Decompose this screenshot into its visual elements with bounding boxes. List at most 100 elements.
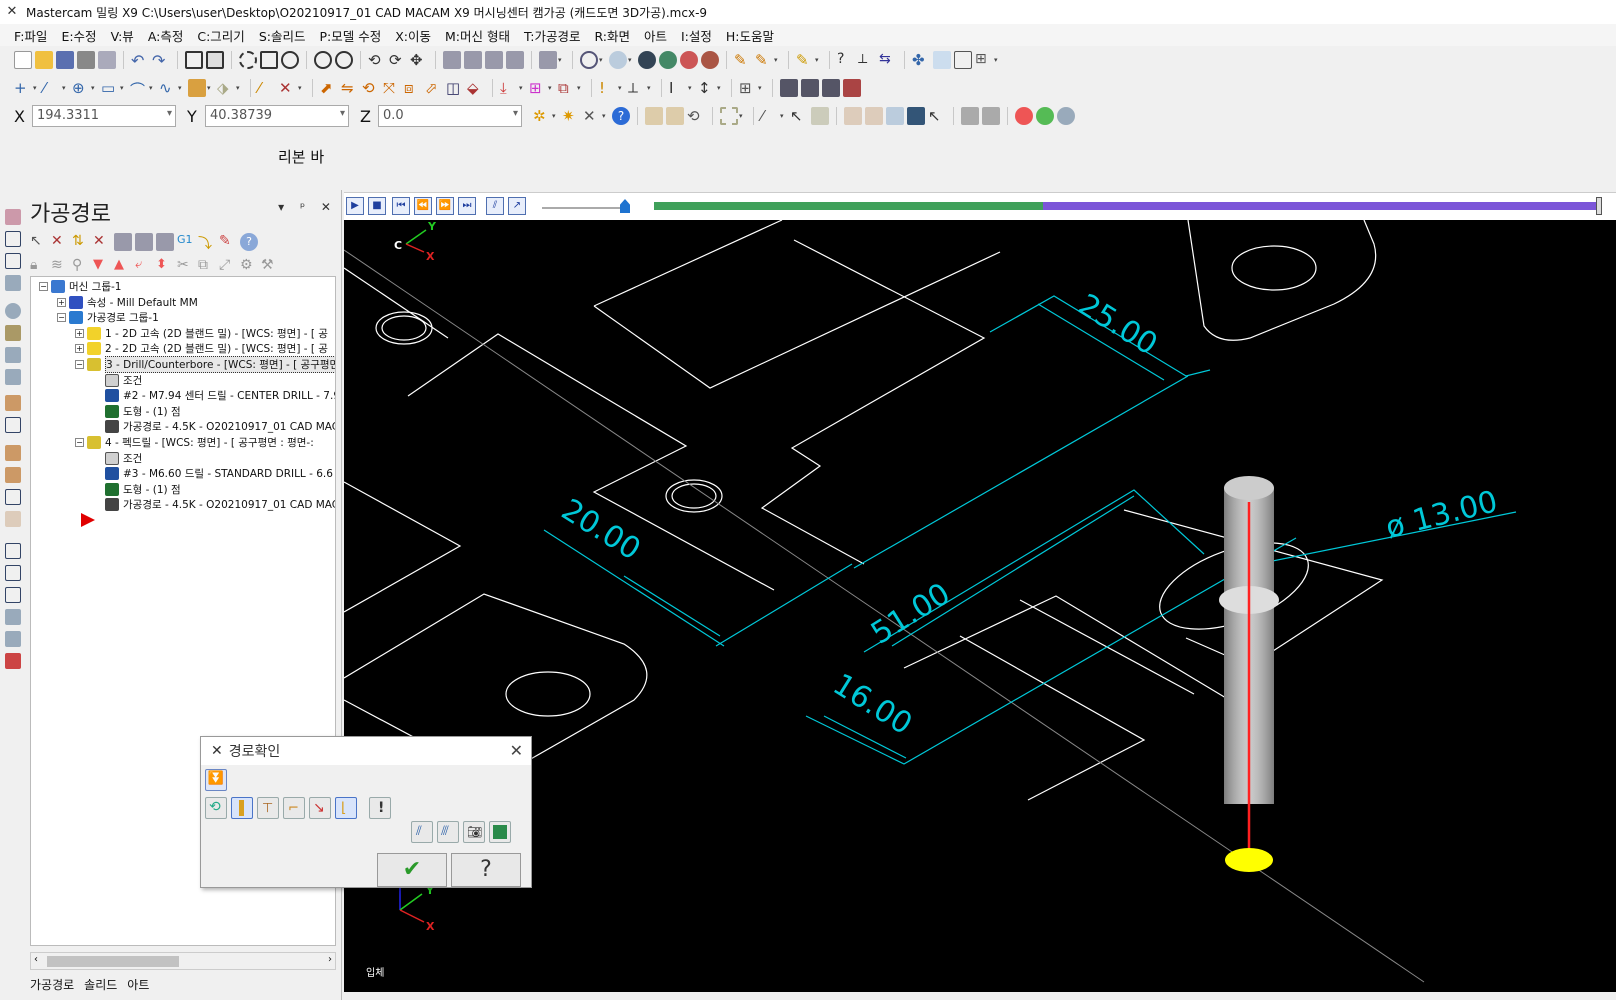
menu-help[interactable]: H:도움말 [726,26,774,45]
redo-icon[interactable]: ↷ [152,51,170,70]
points-grid-icon[interactable]: ⊞ [529,79,547,97]
solid-extrude-icon[interactable] [188,79,206,97]
panel-window-buttons[interactable]: ▾ ᵖ ✕ [278,200,337,214]
help-icon[interactable]: ? [612,107,630,125]
menu-file[interactable]: F:파일 [14,26,47,45]
print-preview-icon[interactable] [98,51,116,69]
stop-button[interactable]: ■ [368,197,386,215]
menu-solids[interactable]: S:솔리드 [259,26,306,45]
help-cursor-icon[interactable]: ? [837,51,855,69]
dimension-icon[interactable]: ⟂ [628,79,646,97]
wire-icon[interactable] [5,631,21,647]
scrollbar-thumb[interactable] [47,956,179,967]
post-ops-icon[interactable]: G1 [177,233,195,251]
xform-translate-icon[interactable]: ⬈ [320,79,338,97]
step-back-button[interactable]: ⏪ [414,197,432,215]
add-icon[interactable] [5,445,21,461]
pan-icon[interactable]: ✥ [410,51,428,69]
face-select-icon[interactable] [844,107,862,125]
delete-icon[interactable]: ✕ [279,79,297,97]
view-manager-icon[interactable] [539,51,557,69]
zoom-target-icon[interactable] [239,51,257,69]
zoom-out-icon[interactable] [335,51,353,69]
slot-icon[interactable] [5,275,21,291]
select-all-ops-icon[interactable]: ↖ [30,233,48,251]
menu-settings[interactable]: I:설정 [681,26,712,45]
only-selected-icon[interactable]: ✂ [177,257,195,275]
collapse-icon[interactable]: − [75,360,84,369]
zoom-window-icon[interactable] [260,51,278,69]
transform-path-icon[interactable] [5,489,21,505]
trace-mode-button[interactable]: ⫽ [486,197,504,215]
tool-manager-icon[interactable]: ⚙ [240,257,258,275]
tab-solids[interactable]: 솔리드 [84,976,117,993]
pencil-icon[interactable]: ✎ [734,51,752,69]
note-icon[interactable]: ! [599,79,617,97]
surface-rough-icon[interactable] [5,395,21,411]
save-geometry-button[interactable] [489,821,511,843]
progress-end-marker[interactable] [1596,197,1602,215]
expand-dialog-button[interactable]: ⏬ [205,769,227,791]
backplot-ops-icon[interactable] [114,233,132,251]
tab-art[interactable]: 아트 [127,976,149,993]
info-button[interactable]: ! [369,797,391,819]
rotate-icon[interactable]: ⟲ [368,51,386,69]
speed-slider-track[interactable] [542,207,622,209]
analyze-icon[interactable]: ⟂ [858,51,876,69]
new-file-icon[interactable] [14,51,32,69]
xform-array-icon[interactable]: ◫ [446,79,464,97]
highlight-icon[interactable]: ✎ [796,51,814,69]
expand-icon[interactable]: + [75,344,84,354]
regen-dirty-icon[interactable]: ✕ [93,233,111,251]
simulate-icon[interactable] [822,79,840,97]
lock-icon[interactable]: 🔒︎ [30,257,48,275]
pointer-icon[interactable]: ↖ [928,107,946,125]
xform-mirror-icon[interactable]: ⇋ [341,79,359,97]
front-view-icon[interactable] [464,51,482,69]
speed-slider-thumb[interactable] [620,199,630,213]
expand-icon[interactable]: + [57,297,66,307]
forward-end-button[interactable]: ⏭ [458,197,476,215]
display-rapid-button[interactable]: ⌐ [283,797,305,819]
options-icon[interactable]: ⚒ [261,257,279,275]
collapse-icon[interactable]: − [57,313,66,323]
verify-toolpath-icon[interactable] [780,79,798,97]
line-icon[interactable]: ⁄ [43,79,61,97]
y-coordinate-input[interactable]: 40.38739 [205,105,349,127]
multi-axis-icon[interactable] [5,609,21,625]
toolpath-manager-icon[interactable]: ⧉ [558,79,576,97]
shaded-icon[interactable] [609,51,627,69]
high-feed-icon[interactable]: ⤵ [198,233,216,252]
fixture-icon[interactable] [5,587,21,603]
only-displayed-icon[interactable]: ⧉ [198,257,216,275]
rewind-start-button[interactable]: ⏮ [392,197,410,215]
tool-mode-button[interactable]: ↗ [508,197,526,215]
ok-button[interactable]: ✔ [377,853,447,887]
collapse-icon[interactable]: − [39,282,48,291]
tree-node[interactable]: − 가공경로 그룹-1 [57,310,159,325]
stock-icon[interactable] [5,543,21,559]
tree-node[interactable]: − 3 - Drill/Counterbore - [WCS: 평면] - [ 공… [75,356,335,373]
tree-node[interactable]: +2 - 2D 고속 (2D 블랜드 밀) - [WCS: 평면] - [ 공 [75,341,328,356]
search-path-icon[interactable] [5,511,21,527]
drill-icon[interactable]: ⤓ [500,79,518,97]
scroll-left-icon[interactable]: ‹ [34,954,38,965]
edit-icon[interactable] [5,467,21,483]
play-button[interactable]: ▶ [346,197,364,215]
tree-horizontal-scrollbar[interactable]: ‹ › [30,952,336,970]
select-all-icon[interactable]: ⟲ [687,107,705,125]
repaint-icon[interactable] [206,51,224,69]
tree-node[interactable]: 가공경로 - 4.5K - O20210917_01 CAD MAC [93,419,335,434]
regen-ops-icon[interactable]: ⇅ [72,233,90,251]
move-up-icon[interactable]: ▲ [114,257,132,275]
vector-select-icon[interactable]: ⁄ [761,107,779,125]
xform-rotate-icon[interactable]: ⟲ [362,79,380,97]
select-chain-icon[interactable] [645,107,663,125]
fit-icon[interactable] [185,51,203,69]
tree-node[interactable]: + 속성 - Mill Default MM [57,295,198,310]
iso-view-icon[interactable] [506,51,524,69]
move-down-icon[interactable]: ▼ [93,257,111,275]
undo-icon[interactable]: ↶ [131,51,149,70]
delete-ops-icon[interactable]: ✎ [219,233,237,251]
facing-icon[interactable] [5,253,21,269]
